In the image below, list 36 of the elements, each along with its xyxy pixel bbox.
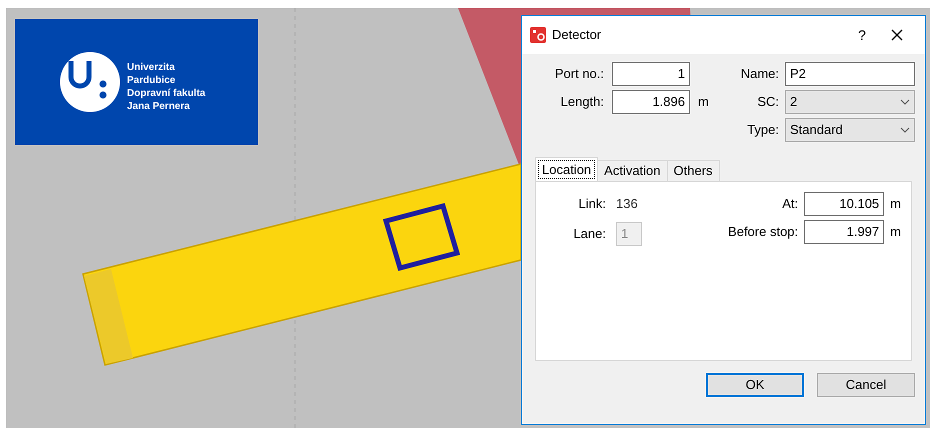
input-field[interactable]: 1.997	[804, 220, 884, 244]
logo-text: Dopravní fakulta	[127, 87, 206, 100]
chevron-down-icon	[900, 127, 910, 133]
unit-label: m	[698, 93, 709, 112]
tab[interactable]: Activation	[598, 160, 668, 182]
dialog-button[interactable]: Cancel	[817, 373, 915, 397]
field-label: Type:	[746, 121, 779, 140]
help-button[interactable]: ?	[847, 24, 877, 46]
logo-icon	[59, 51, 121, 113]
window-title: Detector	[552, 26, 602, 44]
field-label: At:	[781, 195, 798, 214]
field-label: SC:	[756, 93, 779, 112]
unit-label: m	[890, 195, 901, 214]
input-field[interactable]: 10.105	[804, 192, 884, 216]
field-label: Lane:	[572, 225, 606, 244]
unit-label: m	[890, 223, 901, 242]
field-label: Link:	[578, 195, 606, 214]
input-field[interactable]: 1.896	[612, 90, 690, 114]
input-field[interactable]: P2	[785, 62, 915, 86]
dropdown[interactable]: 2	[785, 90, 915, 114]
chevron-down-icon	[900, 99, 910, 105]
input-field[interactable]: 1	[612, 62, 690, 86]
logo-text: Pardubice	[127, 74, 176, 87]
tab[interactable]: Others	[668, 160, 720, 182]
field-label: Name:	[740, 65, 779, 84]
dropdown[interactable]: Standard	[785, 118, 915, 142]
link-value: 136	[616, 195, 638, 214]
field-label: Length:	[560, 93, 604, 112]
tab[interactable]: Location	[535, 157, 598, 182]
dialog-button[interactable]: OK	[706, 373, 804, 397]
app-icon	[530, 27, 546, 43]
logo-text: Jana Pernera	[127, 100, 191, 113]
field-label: Before stop:	[727, 223, 798, 242]
field-label: Port no.:	[554, 65, 604, 84]
close-icon	[891, 29, 903, 41]
logo-text: Univerzita	[127, 61, 176, 74]
